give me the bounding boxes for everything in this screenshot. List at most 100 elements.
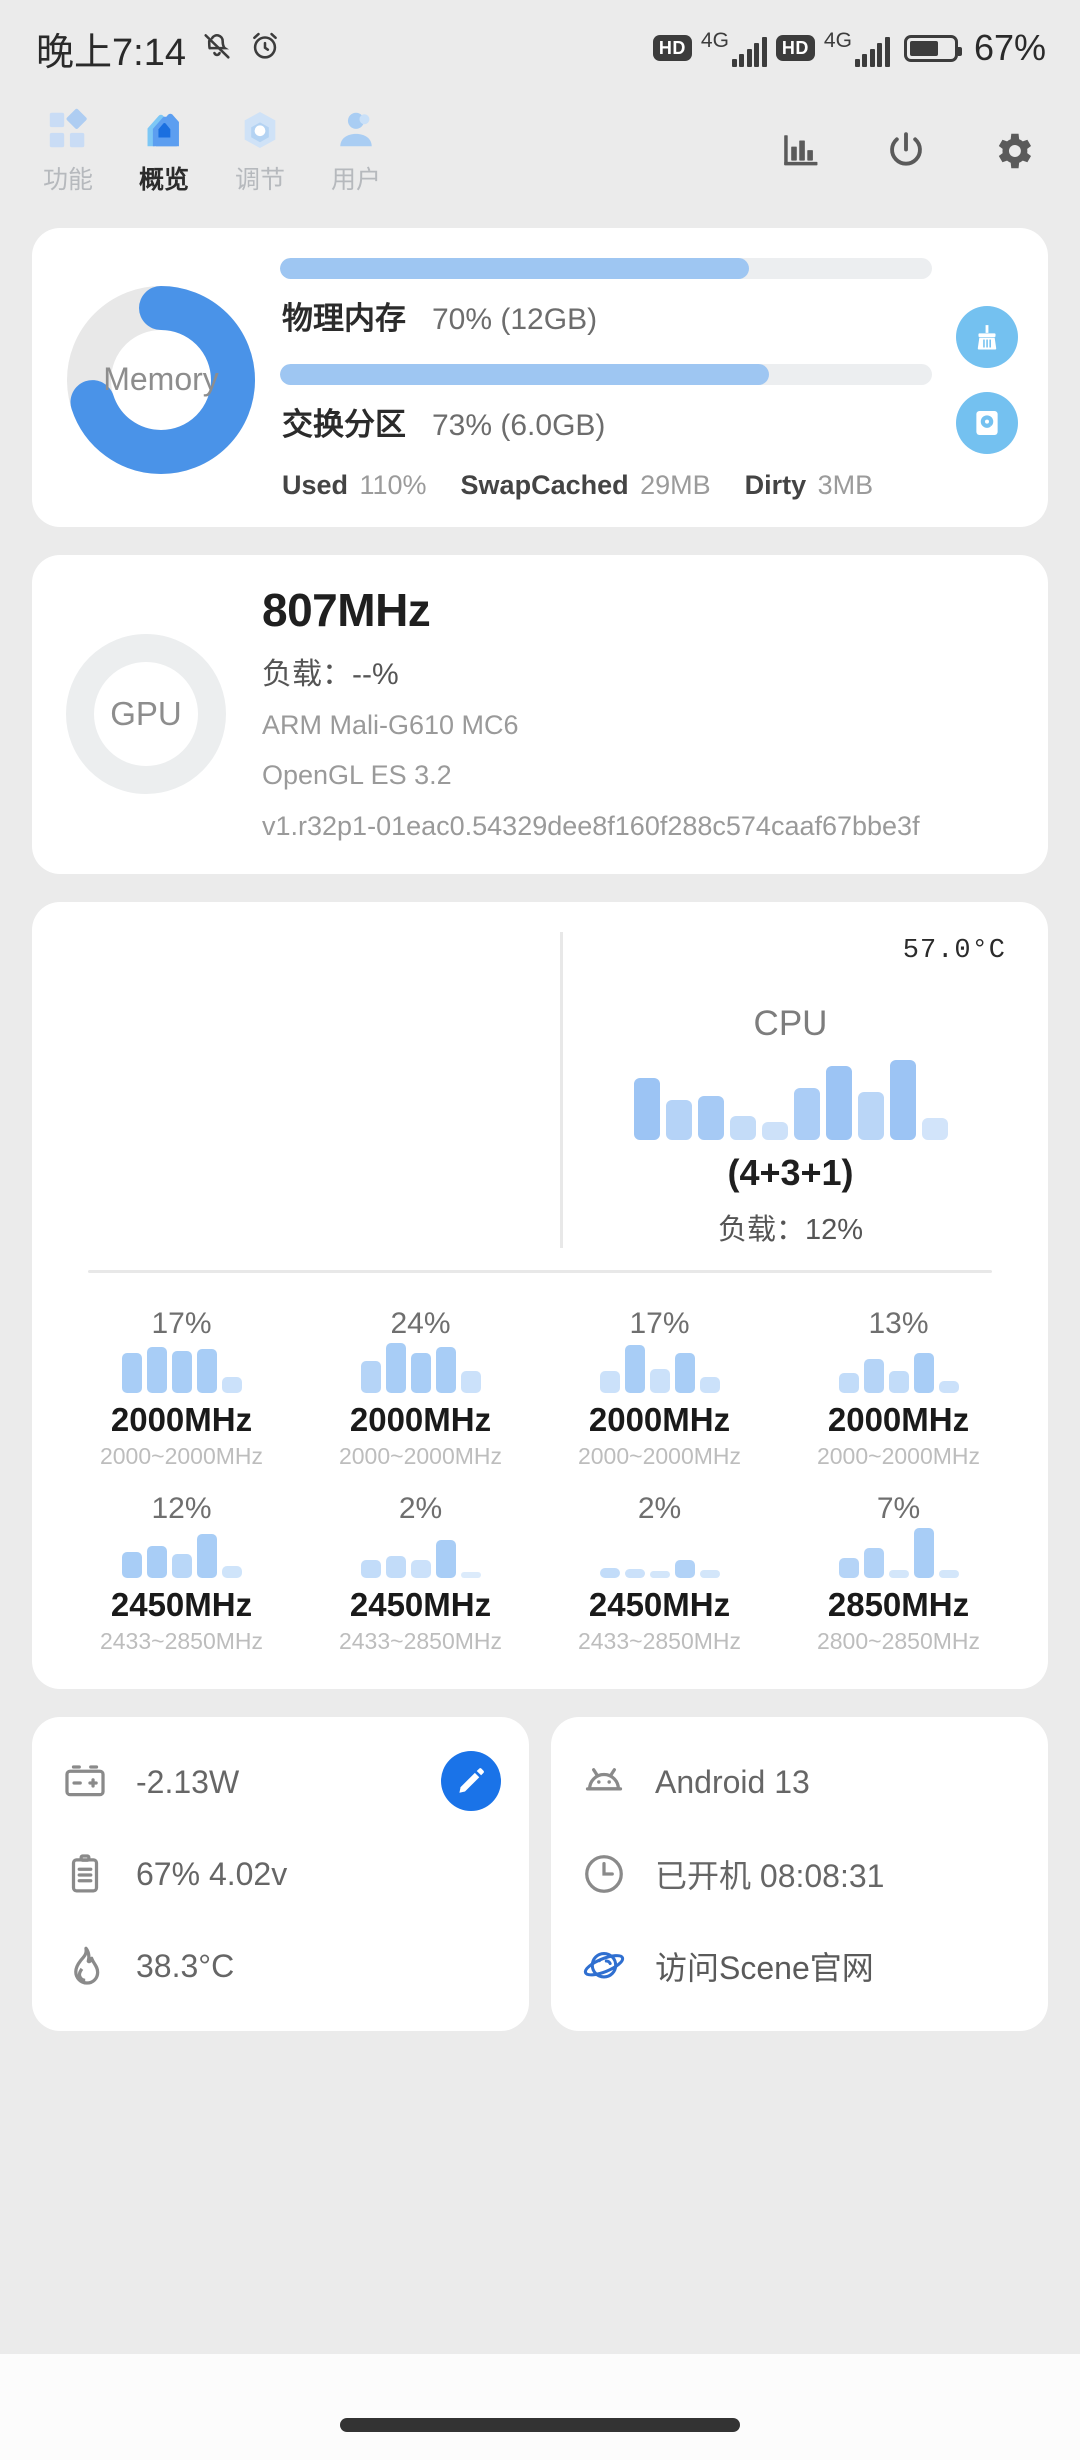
battery-percent: 67% [973,27,1046,68]
physical-memory-value: 70% (12GB) [432,303,598,336]
signal-bars-sim2 [854,37,890,67]
cpu-core-bar [460,1371,481,1394]
cpu-core-frequency: 2850MHz [827,1586,970,1624]
network-type-sim1: 4G [700,29,729,52]
cpu-core-range: 2000~2000MHz [338,1443,503,1470]
gpu-load: 负载：--% [262,658,399,691]
power-icon[interactable] [884,129,928,173]
gear-icon[interactable] [990,128,1036,174]
cpu-core-bar [599,1568,620,1579]
android-version-value: Android 13 [655,1763,810,1800]
cpu-core-frequency: 2450MHz [110,1586,253,1624]
cpu-core-bar [938,1570,959,1579]
broom-clean-icon[interactable] [956,305,1018,368]
nav-tabs: 功能 概览 调节 用户 [20,107,404,196]
cpu-core-range: 2000~2000MHz [577,1443,742,1470]
system-info-card: Android 13 已开机 08:08:31 访问Scene官网 [551,1717,1048,2032]
cpu-core-bar [649,1571,670,1579]
cpu-core-frequency: 2450MHz [588,1586,731,1624]
cpu-core-grid: 17% 2000MHz 2000~2000MHz 24% 2000MHz 2000~200… [62,1307,1018,1655]
cpu-history-bar [633,1078,660,1141]
cpu-core-bar [913,1528,934,1579]
swap-memory-bar [280,364,932,385]
cpu-core-bar [410,1560,431,1579]
cpu-core-bar [171,1351,192,1394]
cpu-core-bar [221,1377,242,1394]
cpu-core-bar [435,1347,456,1394]
gpu-card: GPU 807MHz 负载：--% ARM Mali-G610 MC6 Open… [32,555,1048,875]
cpu-core-bar [674,1353,695,1394]
cpu-core-bar [221,1566,242,1579]
device-temperature-row: 38.3°C [60,1931,503,2001]
cpu-core-range: 2000~2000MHz [99,1443,264,1470]
cpu-core-bar [385,1343,406,1394]
signal-sim1: 4G [701,29,767,67]
cpu-core-bars [599,1520,720,1579]
battery-status-row: 67% 4.02v [60,1839,503,1909]
cpu-card: 57.0°C CPU (4+3+1) 负载：12% 17% 2000MHz 2000… [32,902,1048,1690]
tab-tuning[interactable]: 调节 [212,107,308,196]
cpu-core-bar [863,1359,884,1394]
status-bar: 晚上7:14 HD 4G HD 4G 67% [0,0,1080,96]
stat-swapcached: SwapCached 29MB [461,470,711,501]
physical-memory-label: 物理内存 [282,301,406,336]
cpu-core-frequency: 2000MHz [349,1401,492,1439]
gesture-home-bar[interactable] [340,2418,740,2432]
top-navigation: 功能 概览 调节 用户 [0,96,1080,206]
cpu-summary: 57.0°C CPU (4+3+1) 负载：12% [62,932,1018,1249]
battery-icon [60,1851,110,1897]
tab-overview-label: 概览 [138,165,189,194]
mute-icon [200,29,234,68]
cpu-core-bar [913,1353,934,1394]
cpu-history-bar [825,1066,852,1141]
chart-icon[interactable] [780,130,822,172]
stat-used-value: 110% [359,470,427,500]
disk-swap-icon[interactable] [956,391,1018,454]
gpu-driver-version: v1.r32p1-01eac0.54329dee8f160f288c574caa… [262,810,920,841]
memory-details: 物理内存 70% (12GB) 交换分区 73% (6.0GB) Used 11… [266,258,938,501]
power-draw-row: -2.13W [60,1747,503,1817]
edit-pencil-icon[interactable] [441,1751,501,1812]
cpu-core-bars [360,1335,481,1394]
cpu-title: CPU [753,1004,828,1044]
grid-diamond-icon [45,107,91,153]
cpu-core-bar [888,1371,909,1394]
tab-functions[interactable]: 功能 [20,107,116,196]
device-power-card: -2.13W 67% 4.02v 38.3°C [32,1717,529,2032]
battery-status-value: 67% 4.02v [136,1855,288,1892]
cpu-load: 负载：12% [717,1214,864,1247]
cpu-core-bar [121,1353,142,1394]
cpu-core-bars [838,1335,959,1394]
cpu-core: 24% 2000MHz 2000~2000MHz [301,1307,540,1470]
cpu-core-range: 2433~2850MHz [577,1628,742,1655]
tab-overview[interactable]: 概览 [116,107,212,196]
swap-memory-line: 交换分区 73% (6.0GB) [282,399,932,444]
stat-dirty: Dirty 3MB [745,470,874,501]
scene-website-label: 访问Scene官网 [655,1950,874,1987]
cpu-core-bar [171,1554,192,1579]
swap-memory-label: 交换分区 [282,407,406,442]
physical-memory-line: 物理内存 70% (12GB) [282,293,932,338]
cpu-core-bars [599,1335,720,1394]
scene-website-row[interactable]: 访问Scene官网 [579,1931,1022,2001]
home-icon [141,107,187,153]
device-temperature-value: 38.3°C [136,1947,235,1984]
cpu-core-bar [699,1377,720,1394]
android-icon [579,1759,629,1805]
cpu-core: 2% 2450MHz 2433~2850MHz [301,1492,540,1655]
alarm-icon [248,29,282,68]
cpu-core-bar [938,1381,959,1394]
bottom-cards: -2.13W 67% 4.02v 38.3°C Android 13 已开机 0… [32,1717,1048,2032]
uptime-value: 已开机 08:08:31 [655,1858,885,1895]
status-bar-right: HD 4G HD 4G 67% [652,27,1046,69]
cpu-core-range: 2433~2850MHz [338,1628,503,1655]
tab-user[interactable]: 用户 [308,107,404,196]
phone-screen: 晚上7:14 HD 4G HD 4G 67% 功能 概览 调节 用户 Memor… [0,0,1080,2460]
memory-ring-label: Memory [103,361,219,397]
gpu-info: 807MHz 负载：--% ARM Mali-G610 MC6 OpenGL E… [250,583,1014,844]
user-icon [333,107,379,153]
cpu-core-bar [360,1560,381,1579]
cpu-core-bar [460,1572,481,1579]
memory-actions [948,305,1018,454]
cpu-left-blank [62,932,560,1248]
